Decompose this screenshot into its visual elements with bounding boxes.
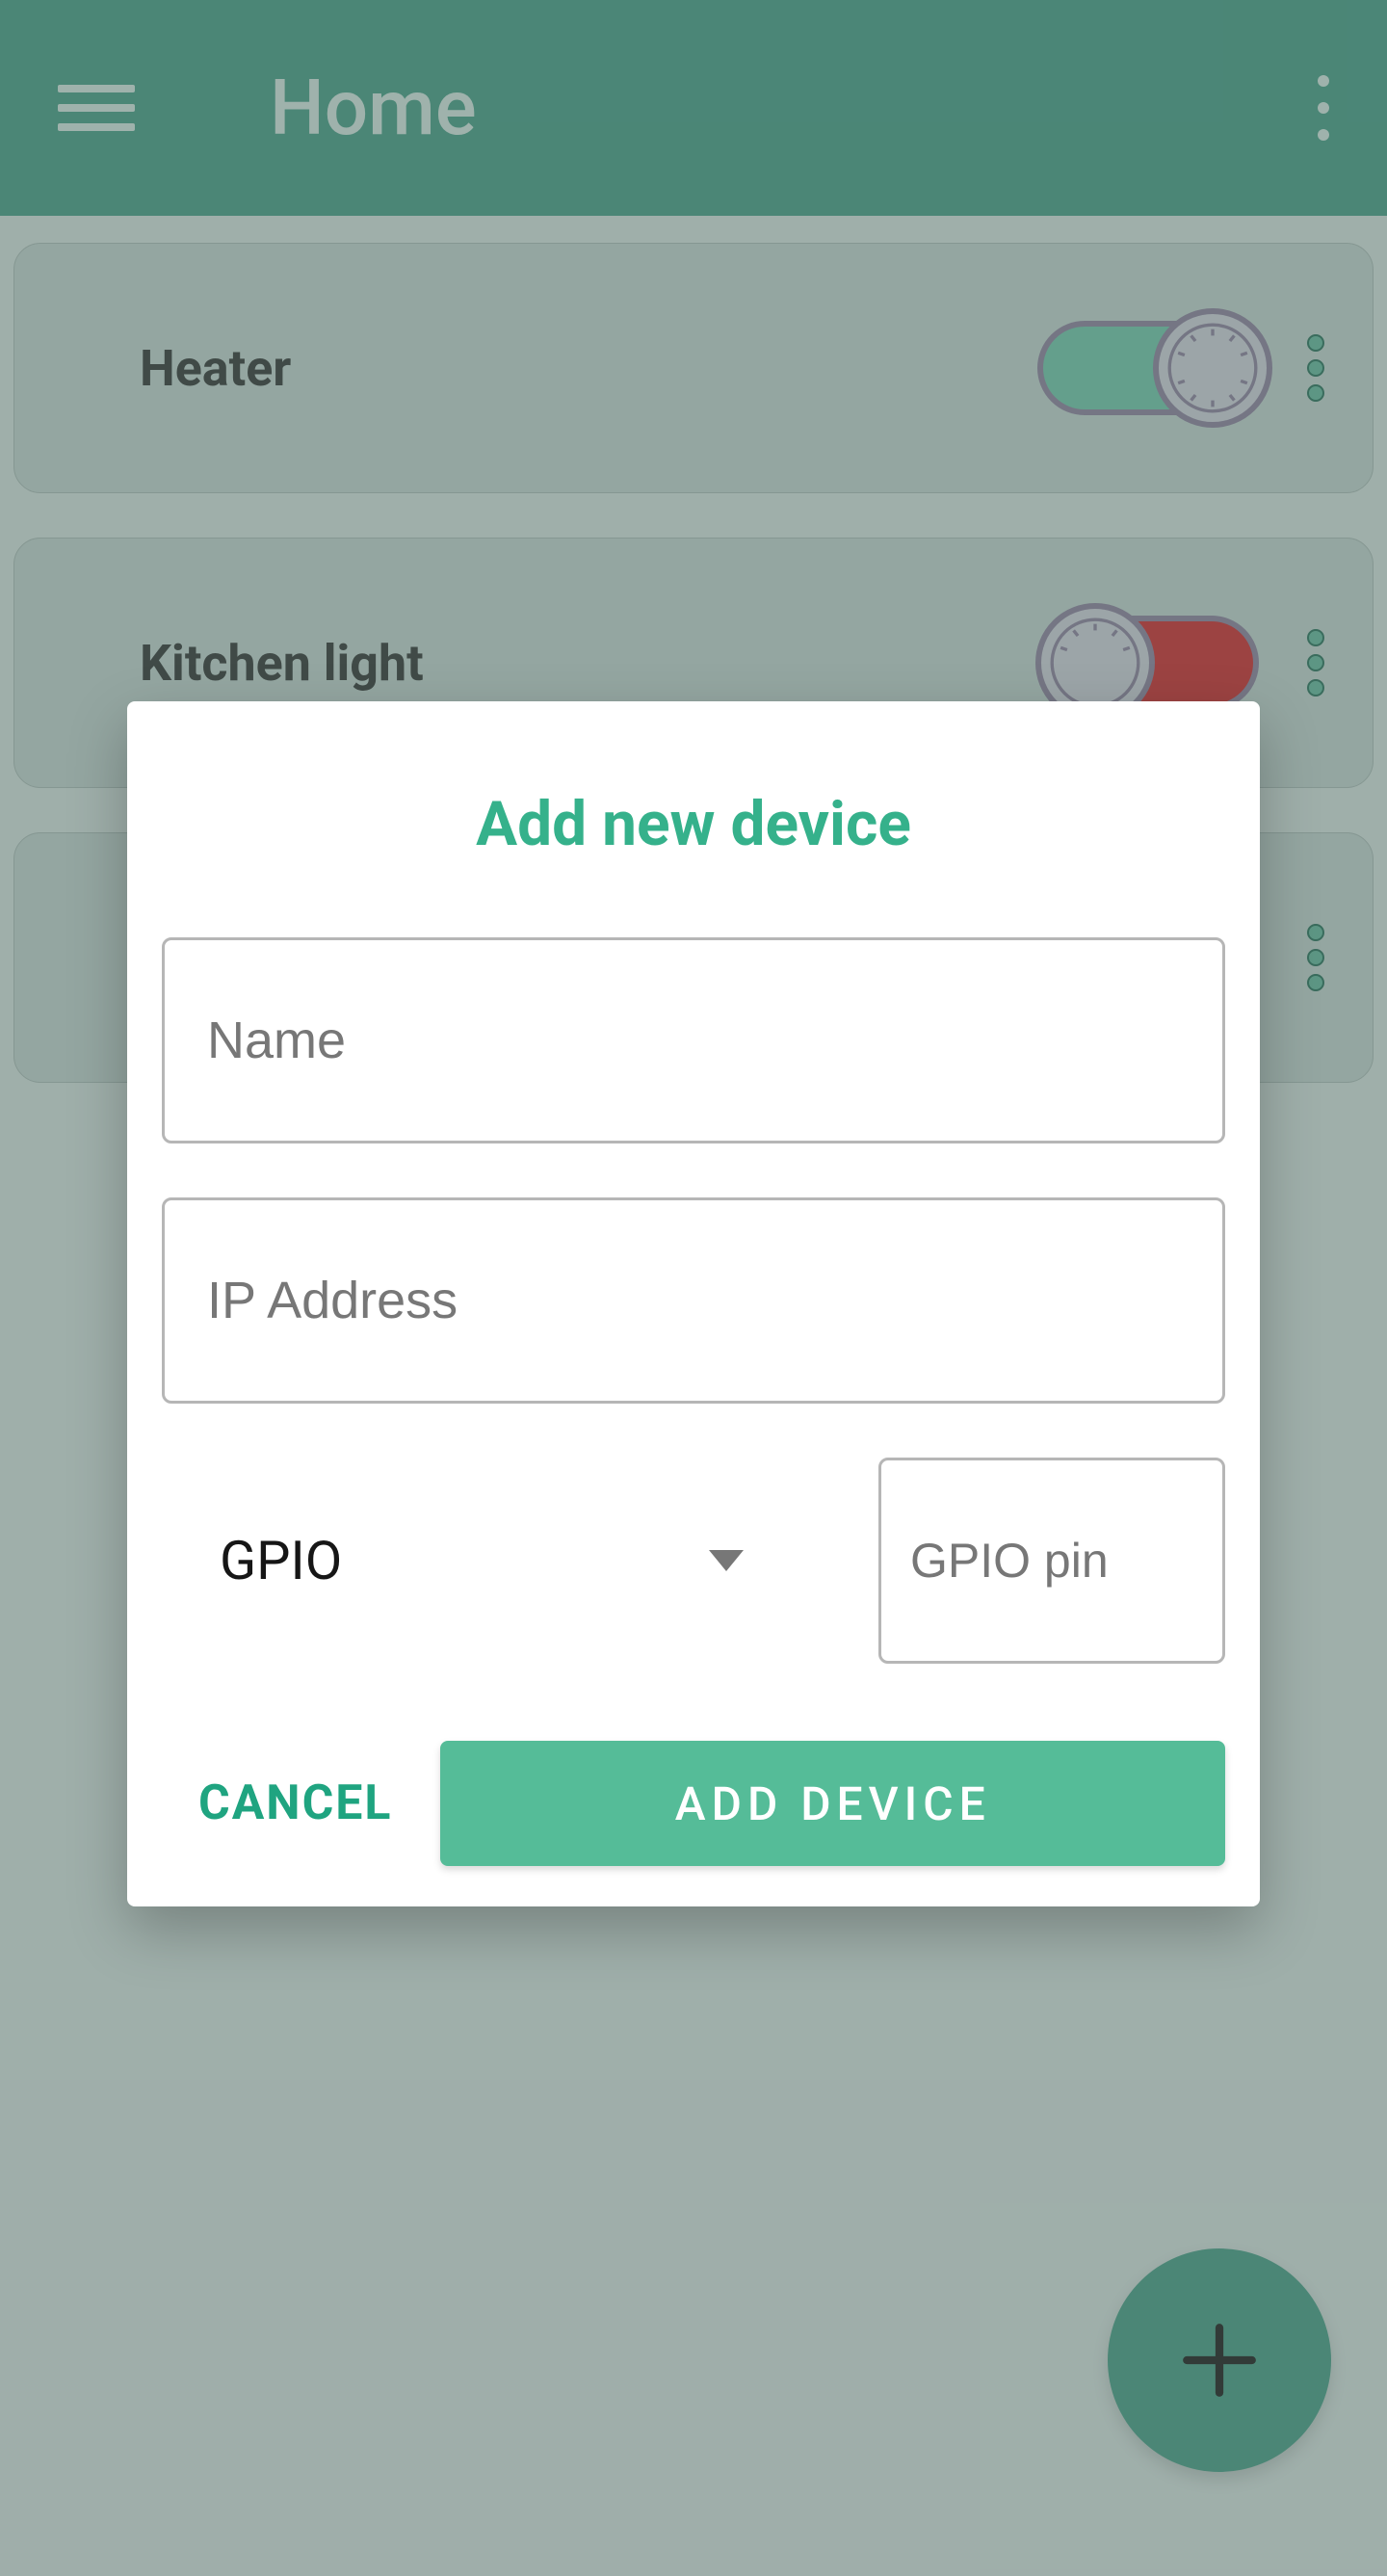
dialog-title: Add new device [162, 788, 1225, 860]
gpio-row: GPIO [162, 1458, 1225, 1664]
modal-overlay[interactable]: Add new device GPIO CANCEL ADD DEVICE [0, 0, 1387, 2576]
dialog-actions: CANCEL ADD DEVICE [162, 1741, 1225, 1866]
ip-field-wrapper [162, 1197, 1225, 1404]
add-device-dialog: Add new device GPIO CANCEL ADD DEVICE [127, 701, 1260, 1906]
name-field[interactable] [207, 1011, 1180, 1070]
chevron-down-icon [709, 1550, 744, 1571]
gpio-type-select[interactable]: GPIO [162, 1529, 782, 1592]
gpio-pin-field-wrapper [878, 1458, 1225, 1664]
name-field-wrapper [162, 937, 1225, 1143]
ip-address-field[interactable] [207, 1271, 1180, 1330]
gpio-select-label: GPIO [220, 1529, 342, 1592]
cancel-button[interactable]: CANCEL [198, 1756, 392, 1851]
gpio-pin-field[interactable] [910, 1533, 1193, 1589]
add-device-button[interactable]: ADD DEVICE [440, 1741, 1225, 1866]
